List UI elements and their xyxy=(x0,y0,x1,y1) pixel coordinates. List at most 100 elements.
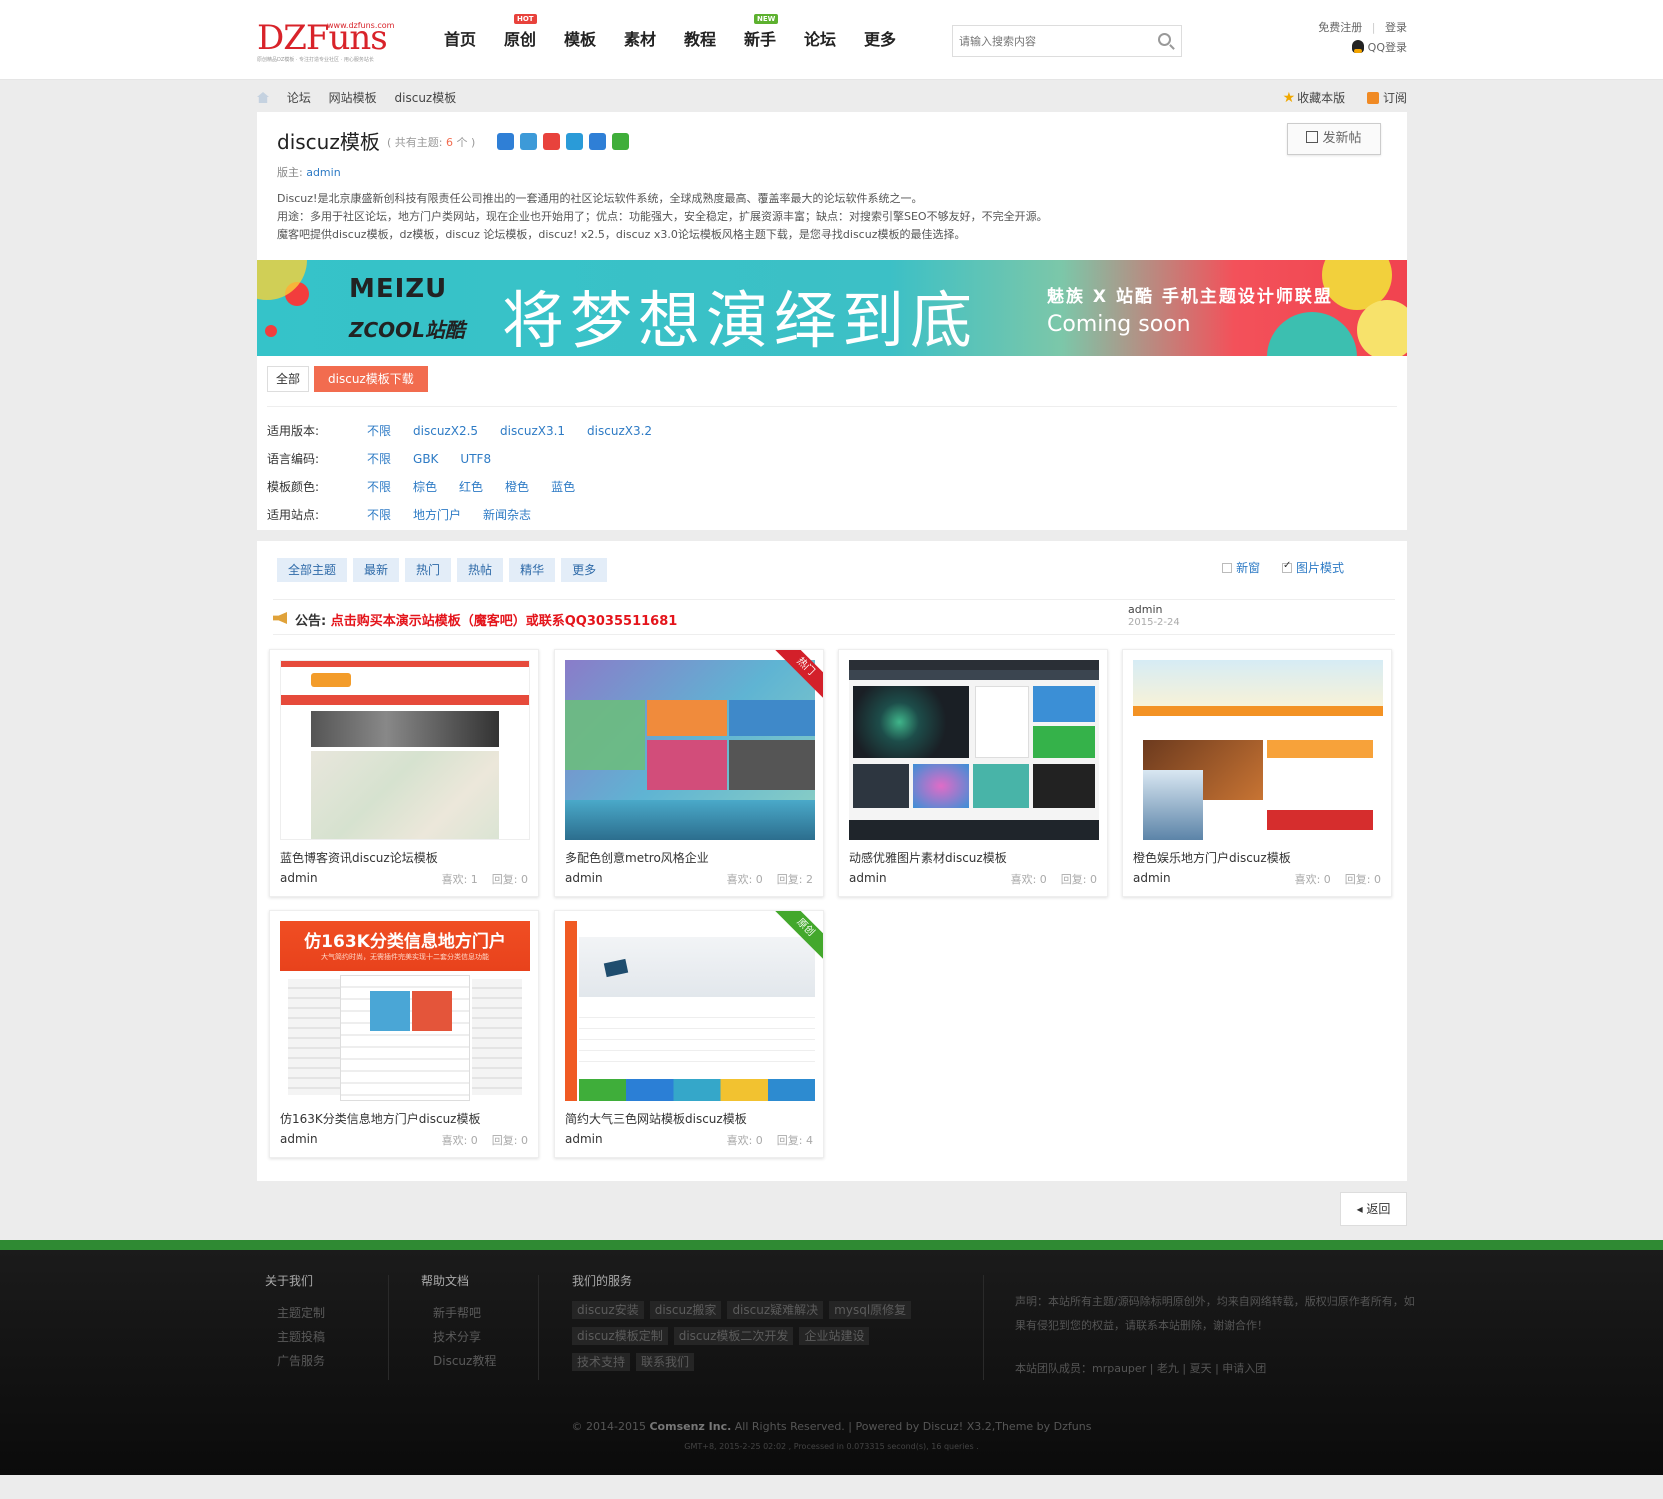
nav-item[interactable]: 新手 NEW xyxy=(730,14,790,54)
thread-title[interactable]: 动感优雅图片素材discuz模板 xyxy=(849,849,1007,866)
service-tag[interactable]: 技术支持 xyxy=(572,1353,631,1371)
filter-option[interactable]: 地方门户 xyxy=(413,501,461,529)
thread-tab[interactable]: 精华 xyxy=(509,558,556,582)
thread-card[interactable]: 仿163K分类信息地方门户 大气简约时尚，无需插件完美实现十二套分类信息功能 仿… xyxy=(269,910,539,1158)
filter-option[interactable]: 新闻杂志 xyxy=(483,501,531,529)
thread-title[interactable]: 蓝色博客资讯discuz论坛模板 xyxy=(280,849,438,866)
thread-tab[interactable]: 热帖 xyxy=(457,558,504,582)
moderator-link[interactable]: admin xyxy=(306,166,340,179)
thread-card[interactable]: 原创 简约大气三色网站模板discuz模板 admin 喜欢: 0 回复: 4 xyxy=(554,910,824,1158)
favorite-link[interactable]: ★ 收藏本版 xyxy=(1283,90,1346,106)
filter-option[interactable]: GBK xyxy=(413,445,438,473)
filter-option[interactable]: 不限 xyxy=(367,417,391,445)
thread-title[interactable]: 橙色娱乐地方门户discuz模板 xyxy=(1133,849,1291,866)
service-tag[interactable]: discuz模板定制 xyxy=(572,1327,668,1345)
footer-link[interactable]: Discuz教程 xyxy=(421,1349,496,1373)
footer-link[interactable]: 主题定制 xyxy=(265,1301,325,1325)
service-tag[interactable]: 联系我们 xyxy=(636,1353,695,1371)
new-window-option[interactable]: 新窗 xyxy=(1222,561,1260,575)
search-input[interactable] xyxy=(953,26,1143,56)
service-tag[interactable]: discuz搬家 xyxy=(649,1301,722,1319)
thread-thumbnail[interactable] xyxy=(1133,660,1383,840)
breadcrumb-item[interactable]: 论坛 xyxy=(287,91,311,105)
breadcrumb-item[interactable]: 网站模板 xyxy=(329,91,377,105)
thread-thumbnail[interactable] xyxy=(565,660,815,840)
filter-option[interactable]: discuzX2.5 xyxy=(413,417,478,445)
filter-option[interactable]: 红色 xyxy=(459,473,483,501)
thread-card[interactable]: 动感优雅图片素材discuz模板 admin 喜欢: 0 回复: 0 xyxy=(838,649,1108,897)
share-icon[interactable] xyxy=(589,133,606,150)
register-link[interactable]: 免费注册 xyxy=(1318,21,1362,34)
login-link[interactable]: 登录 xyxy=(1385,21,1407,34)
thread-thumbnail[interactable] xyxy=(280,660,530,840)
footer-link[interactable]: 广告服务 xyxy=(265,1349,325,1373)
nav-item[interactable]: 论坛 xyxy=(790,26,850,54)
thread-card[interactable]: 蓝色博客资讯discuz论坛模板 admin 喜欢: 1 回复: 0 xyxy=(269,649,539,897)
thread-tab[interactable]: 热门 xyxy=(405,558,452,582)
filter-option[interactable]: 蓝色 xyxy=(551,473,575,501)
thread-tab[interactable]: 全部主题 xyxy=(277,558,348,582)
thread-title[interactable]: 多配色创意metro风格企业 xyxy=(565,849,709,866)
nav-item[interactable]: 原创 HOT xyxy=(490,14,550,54)
thread-title[interactable]: 仿163K分类信息地方门户discuz模板 xyxy=(280,1110,480,1127)
nav-item[interactable]: 素材 xyxy=(610,26,670,54)
ad-banner[interactable]: MEIZU ZCOOL站酷 将梦想演绎到底 魅族 X 站酷 手机主题设计师联盟 … xyxy=(257,260,1407,356)
service-tag[interactable]: 企业站建设 xyxy=(799,1327,870,1345)
share-icon[interactable] xyxy=(543,133,560,150)
thread-tab[interactable]: 更多 xyxy=(561,558,608,582)
announcement-link[interactable]: 点击购买本演示站模板（魔客吧）或联系QQ3035511681 xyxy=(331,614,678,629)
footer-link[interactable]: 新手帮吧 xyxy=(421,1301,496,1325)
nav-item[interactable]: 教程 xyxy=(670,26,730,54)
thread-author[interactable]: admin xyxy=(1133,871,1171,885)
share-icon[interactable] xyxy=(520,133,537,150)
nav-item[interactable]: 首页 xyxy=(430,26,490,54)
thread-title[interactable]: 简约大气三色网站模板discuz模板 xyxy=(565,1110,747,1127)
thread-thumbnail[interactable] xyxy=(849,660,1099,840)
filter-option[interactable]: UTF8 xyxy=(460,445,491,473)
checkbox[interactable] xyxy=(1281,560,1292,573)
filter-option[interactable]: 棕色 xyxy=(413,473,437,501)
site-logo[interactable]: DZFuns www.dzfuns.com 原创精品DZ模板 · 专注打造专业社… xyxy=(257,18,397,63)
service-tags: discuz安装 discuz搬家 discuz疑难解决 mysql原修复 discuz… xyxy=(572,1301,922,1371)
qq-login-link[interactable]: QQ登录 xyxy=(1368,41,1407,54)
share-icon[interactable] xyxy=(612,133,629,150)
type-tab-all[interactable]: 全部 xyxy=(267,366,310,392)
company-link[interactable]: Comsenz Inc. xyxy=(649,1420,731,1433)
image-mode-option[interactable]: 图片模式 xyxy=(1281,560,1344,575)
home-icon[interactable] xyxy=(257,92,269,103)
share-icon[interactable] xyxy=(497,133,514,150)
thread-thumbnail[interactable] xyxy=(565,921,815,1101)
checkbox[interactable] xyxy=(1222,563,1233,573)
footer-link[interactable]: 技术分享 xyxy=(421,1325,496,1349)
thread-author[interactable]: admin xyxy=(565,1132,603,1146)
thread-author[interactable]: admin xyxy=(565,871,603,885)
thread-author[interactable]: admin xyxy=(280,871,318,885)
thread-author[interactable]: admin xyxy=(849,871,887,885)
thread-tab[interactable]: 最新 xyxy=(353,558,400,582)
filter-option[interactable]: 不限 xyxy=(367,473,391,501)
filter-option[interactable]: discuzX3.2 xyxy=(587,417,652,445)
subscribe-link[interactable]: 订阅 xyxy=(1366,91,1407,105)
back-button[interactable]: ◂ 返回 xyxy=(1340,1192,1407,1226)
filter-option[interactable]: 不限 xyxy=(367,445,391,473)
type-tab-download[interactable]: discuz模板下载 xyxy=(314,366,428,392)
filter-option[interactable]: discuzX3.1 xyxy=(500,417,565,445)
service-tag[interactable]: mysql原修复 xyxy=(829,1301,912,1319)
thread-card[interactable]: 热门 多配色创意metro风格企业 admin 喜欢: 0 回复: 2 xyxy=(554,649,824,897)
search-icon[interactable] xyxy=(1158,33,1171,46)
service-tag[interactable]: discuz模板二次开发 xyxy=(673,1327,794,1345)
service-tag[interactable]: discuz安装 xyxy=(572,1301,644,1319)
filter-option[interactable]: 不限 xyxy=(367,501,391,529)
thread-card[interactable]: 橙色娱乐地方门户discuz模板 admin 喜欢: 0 回复: 0 xyxy=(1122,649,1392,897)
share-icon[interactable] xyxy=(566,133,583,150)
nav-item[interactable]: 模板 xyxy=(550,26,610,54)
thread-author[interactable]: admin xyxy=(280,1132,318,1146)
service-tag[interactable]: discuz疑难解决 xyxy=(727,1301,824,1319)
new-post-button[interactable]: 发新帖 xyxy=(1287,123,1381,155)
announcement-author[interactable]: admin xyxy=(1128,604,1180,616)
nav-item[interactable]: 更多 xyxy=(850,26,910,54)
footer-link[interactable]: 主题投稿 xyxy=(265,1325,325,1349)
thread-thumbnail[interactable]: 仿163K分类信息地方门户 大气简约时尚，无需插件完美实现十二套分类信息功能 xyxy=(280,921,530,1101)
breadcrumb-item[interactable]: discuz模板 xyxy=(395,91,457,105)
filter-option[interactable]: 橙色 xyxy=(505,473,529,501)
